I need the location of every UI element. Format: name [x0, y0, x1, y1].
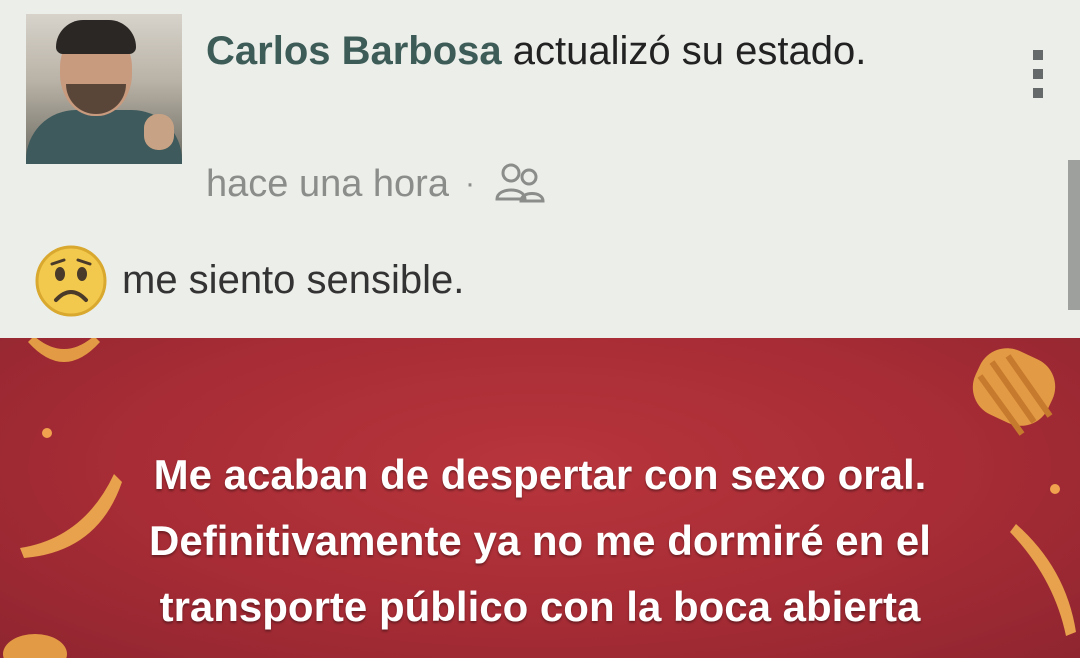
- avatar[interactable]: [26, 14, 182, 164]
- friends-icon[interactable]: [491, 159, 547, 209]
- post-meta: hace una hora ·: [206, 158, 547, 210]
- sparkle-dot-icon: [1050, 484, 1060, 494]
- status-background-card: Me acaban de despertar con sexo oral. De…: [0, 338, 1080, 658]
- post-header: Carlos Barbosa actualizó su estado. hace…: [0, 0, 1080, 338]
- avatar-hair: [56, 20, 136, 54]
- status-message: Me acaban de despertar con sexo oral. De…: [60, 442, 1020, 640]
- scrollbar[interactable]: [1068, 160, 1080, 310]
- avatar-hand: [144, 114, 174, 150]
- message-line: Definitivamente ya no me dormiré en el: [149, 517, 931, 564]
- post-action: actualizó su estado.: [512, 29, 867, 73]
- feeling-text: me siento sensible.: [122, 258, 465, 302]
- status-post: Carlos Barbosa actualizó su estado. hace…: [0, 0, 1080, 658]
- churro-icon: [28, 338, 100, 362]
- post-timestamp[interactable]: hace una hora: [206, 158, 449, 210]
- sparkle-dot-icon: [42, 428, 52, 438]
- meta-separator: ·: [464, 167, 475, 200]
- message-line: transporte público con la boca abierta: [159, 583, 921, 630]
- message-line: Me acaban de despertar con sexo oral.: [153, 451, 927, 498]
- churro-icon: [972, 348, 1056, 436]
- author-name[interactable]: Carlos Barbosa: [206, 29, 502, 73]
- post-title: Carlos Barbosa actualizó su estado.: [206, 22, 946, 80]
- sad-face-icon: [35, 245, 107, 317]
- more-options-icon[interactable]: [1030, 50, 1046, 98]
